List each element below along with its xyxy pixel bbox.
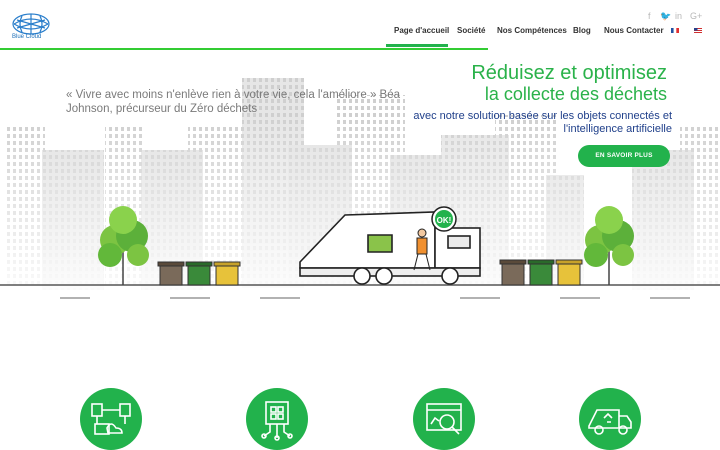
svg-text:OK!: OK!: [437, 216, 452, 225]
google-plus-icon[interactable]: G+: [690, 11, 702, 21]
bins-right: [499, 259, 583, 286]
nav-nous-contacter[interactable]: Nous Contacter: [604, 26, 664, 35]
feature-analytics[interactable]: [413, 388, 475, 450]
hero-subtitle: avec notre solution basée sur les objets…: [413, 110, 672, 135]
header: Blue Cloud f 🐦 in G+ Page d'accueil Soci…: [0, 0, 720, 50]
bins-left: [157, 261, 241, 286]
header-divider: [0, 48, 488, 50]
feature-recycling-truck[interactable]: [579, 388, 641, 450]
nav-page-accueil[interactable]: Page d'accueil: [394, 26, 449, 35]
ai-chip-icon: [261, 401, 293, 441]
ok-speech-bubble: OK!: [431, 206, 457, 232]
feature-iot-network[interactable]: [80, 388, 142, 450]
facebook-icon[interactable]: f: [648, 11, 651, 21]
nav-active-indicator: [386, 44, 448, 47]
hero-title-line1: Réduisez et optimisez: [471, 62, 667, 84]
linkedin-icon[interactable]: in: [675, 11, 682, 21]
nav-nos-competences[interactable]: Nos Compétences: [497, 26, 567, 35]
feature-ai-chip[interactable]: [246, 388, 308, 450]
twitter-icon[interactable]: 🐦: [660, 11, 671, 22]
nav-societe[interactable]: Société: [457, 26, 485, 35]
us-flag-icon[interactable]: [694, 28, 702, 33]
iot-network-icon: [91, 403, 131, 435]
nav-blog[interactable]: Blog: [573, 26, 591, 35]
hero-quote: « Vivre avec moins n'enlève rien à votre…: [66, 89, 401, 115]
en-savoir-plus-button[interactable]: EN SAVOIR PLUS: [578, 145, 670, 167]
fr-flag-icon[interactable]: [671, 28, 679, 33]
analytics-icon: [426, 403, 462, 435]
logo-text: Blue Cloud: [12, 34, 42, 40]
recycling-truck-icon: [588, 409, 632, 435]
hero-title-line2: la collecte des déchets: [484, 84, 667, 104]
